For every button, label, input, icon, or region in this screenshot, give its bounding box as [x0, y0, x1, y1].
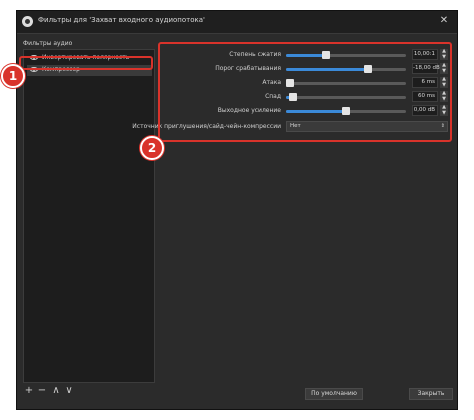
filter-list: Инвертировать полярность Компрессор [23, 49, 155, 383]
title-bar: Фильтры для 'Захват входного аудиопотока… [17, 11, 457, 34]
defaults-button[interactable]: По умолчанию [305, 388, 363, 400]
annotation-badge-1: 1 [1, 64, 25, 88]
highlight-box-2 [158, 42, 452, 142]
move-up-icon[interactable]: ∧ [51, 386, 61, 396]
add-filter-icon[interactable]: + [24, 386, 34, 396]
remove-filter-icon[interactable]: − [37, 386, 47, 396]
obs-logo-icon [22, 16, 33, 27]
move-down-icon[interactable]: ∨ [64, 386, 74, 396]
annotation-badge-2: 2 [140, 136, 164, 160]
window-title: Фильтры для 'Захват входного аудиопотока… [38, 16, 205, 24]
highlight-box-1 [19, 56, 153, 70]
close-button[interactable]: Закрыть [409, 388, 453, 400]
close-icon[interactable]: ✕ [437, 14, 451, 28]
audio-filters-label: Фильтры аудио [23, 40, 73, 47]
